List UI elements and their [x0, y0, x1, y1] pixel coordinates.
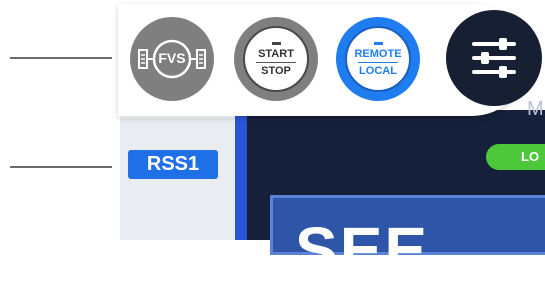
fvs-label: FVS: [158, 50, 186, 66]
remote-local-button[interactable]: REMOTE LOCAL: [336, 17, 420, 101]
remote-label: REMOTE: [354, 47, 402, 60]
header-letter: M: [527, 98, 544, 120]
callout-line-top: [10, 57, 112, 59]
indicator-dash: [271, 41, 281, 45]
indicator-dash: [373, 41, 383, 45]
callout-line-bottom: [10, 166, 112, 168]
sliders-icon: [472, 38, 516, 78]
stop-label: STOP: [261, 64, 291, 77]
label-divider: [256, 61, 296, 63]
local-label: LOCAL: [359, 64, 397, 77]
status-pill[interactable]: LO: [486, 144, 545, 170]
remote-local-face: REMOTE LOCAL: [345, 26, 411, 92]
start-label: START: [258, 47, 294, 60]
label-divider: [358, 61, 398, 63]
fvs-button[interactable]: FVS: [130, 17, 214, 101]
value-text: SEE: [295, 214, 430, 286]
start-stop-button[interactable]: START STOP: [234, 17, 318, 101]
main-panel-edge: [235, 110, 247, 240]
start-stop-face: START STOP: [243, 26, 309, 92]
left-panel: [120, 118, 235, 240]
rss1-tag-button[interactable]: RSS1: [128, 150, 218, 179]
settings-menu-button[interactable]: [446, 10, 542, 106]
